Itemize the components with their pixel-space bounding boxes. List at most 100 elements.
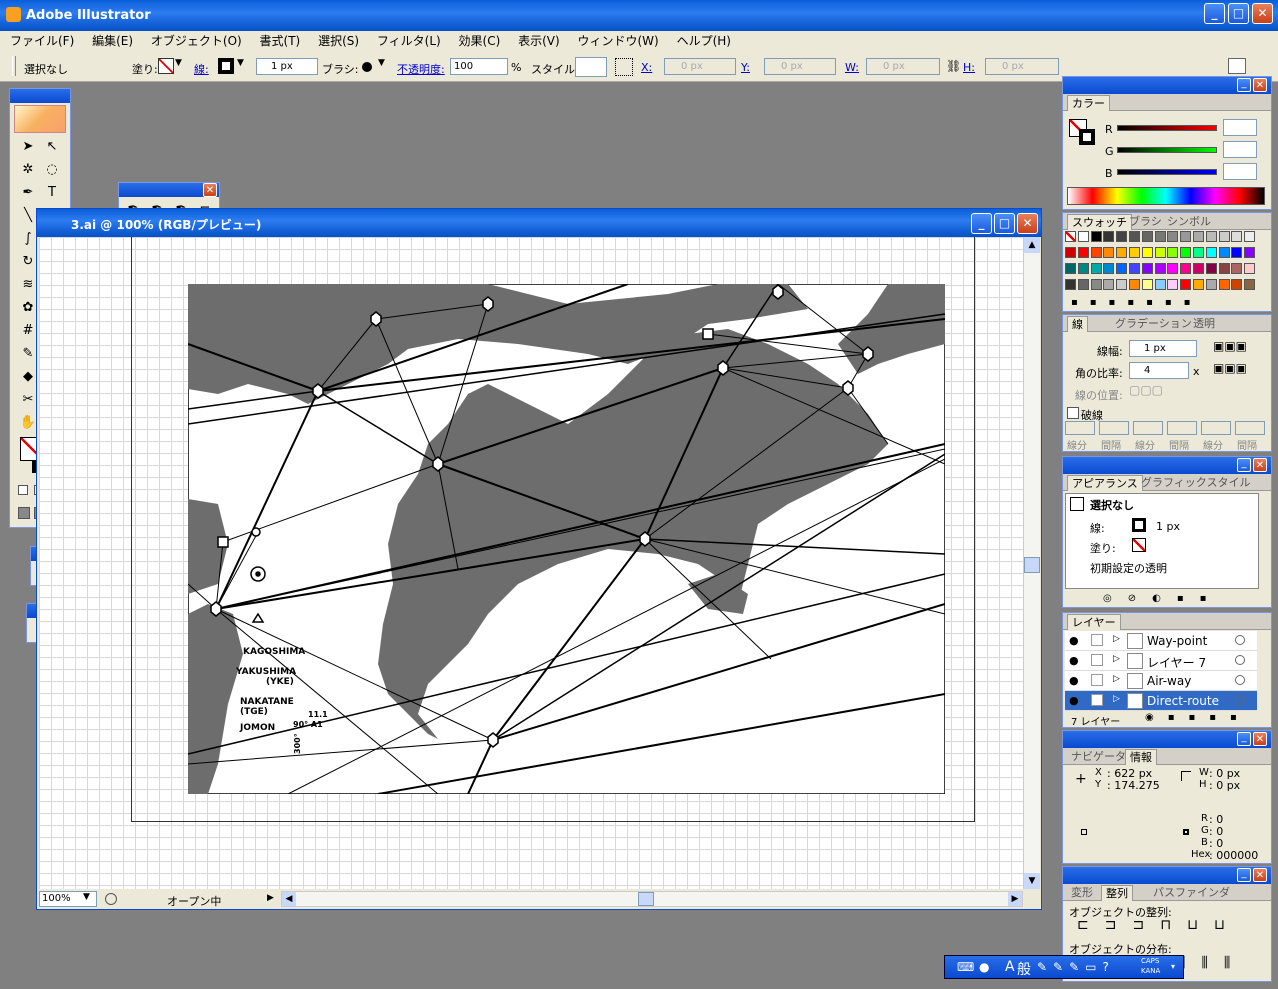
slice-icon[interactable]: ✂ [18, 390, 38, 410]
swatch[interactable] [1077, 263, 1089, 274]
x-label[interactable]: X: [641, 61, 652, 74]
swatch[interactable] [1116, 263, 1128, 274]
tab-stroke[interactable]: 線 [1067, 316, 1088, 332]
visibility-eye-icon[interactable]: ● [1069, 674, 1079, 687]
swatch[interactable] [1065, 279, 1076, 290]
minimize-icon[interactable]: _ [971, 213, 992, 234]
layer-row[interactable]: ● ▷ Way-point [1065, 631, 1257, 651]
minimize-icon[interactable]: _ [1237, 78, 1251, 92]
swatch[interactable] [1129, 231, 1140, 242]
target-circle-icon[interactable] [1235, 635, 1245, 645]
tab-gradient[interactable]: グラデーション [1111, 316, 1196, 332]
swatch[interactable] [1167, 231, 1179, 242]
swatch[interactable] [1218, 279, 1230, 290]
distribute-buttons-row[interactable]: ⫼⫼⫼ [1179, 955, 1246, 971]
swatch[interactable] [1193, 247, 1204, 258]
swatch[interactable] [1244, 247, 1256, 258]
close-icon[interactable]: ✕ [1253, 78, 1267, 92]
swatch[interactable] [1141, 231, 1153, 242]
keyboard-icon[interactable]: ⌨ [957, 960, 974, 974]
minimize-icon[interactable]: _ [1204, 3, 1225, 24]
minimize-icon[interactable]: _ [1237, 732, 1251, 746]
swatch-footer-icons[interactable]: ▪▪▪▪▪▪▪ [1071, 297, 1265, 311]
warp-icon[interactable]: ≋ [18, 275, 38, 295]
symbol-sprayer-icon[interactable]: ✿ [18, 298, 38, 318]
hand-icon[interactable]: ✋ [18, 413, 38, 433]
direct-selection-tool-icon[interactable]: ↖ [42, 137, 62, 157]
swatch[interactable] [1090, 247, 1102, 258]
brush-dot-icon[interactable] [362, 62, 372, 72]
r-field[interactable] [1223, 119, 1257, 136]
swatch[interactable] [1180, 231, 1192, 242]
layer-row[interactable]: ● ▷ Direct-route [1065, 691, 1257, 711]
h-field[interactable]: 0 px [985, 58, 1059, 75]
swatch[interactable] [1090, 279, 1102, 290]
layer-row[interactable]: ● ▷ レイヤー 7 [1065, 651, 1257, 671]
opacity-label[interactable]: 不透明度: [397, 61, 445, 77]
vertical-scrollbar[interactable]: ▲ ▼ [1023, 237, 1040, 889]
target-circle-icon[interactable] [1235, 695, 1245, 705]
line-icon[interactable]: ╲ [18, 206, 38, 226]
miter-field[interactable]: 4 [1129, 362, 1189, 379]
opacity-field[interactable]: 100 [450, 58, 508, 75]
swatch[interactable] [1180, 279, 1192, 290]
pen-icon[interactable]: ✒ [18, 183, 38, 203]
live-paint-icon[interactable]: ◆ [18, 367, 38, 387]
menu-help[interactable]: ヘルプ(H) [677, 34, 731, 48]
visibility-eye-icon[interactable]: ● [1069, 694, 1079, 707]
menu-edit[interactable]: 編集(E) [92, 34, 133, 48]
spectrum-bar[interactable] [1067, 187, 1265, 205]
h-scroll-thumb[interactable] [638, 892, 654, 906]
menu-effect[interactable]: 効果(C) [459, 34, 501, 48]
ime-icon[interactable]: ● [979, 960, 989, 974]
appearance-stroke-label[interactable]: 線: [1090, 520, 1105, 536]
swatch-grid[interactable] [1065, 231, 1257, 297]
style-swatch[interactable] [575, 57, 607, 77]
swatch[interactable] [1154, 247, 1166, 258]
w-field[interactable]: 0 px [866, 58, 940, 75]
cap-buttons[interactable]: ▣▣▣ [1213, 339, 1265, 355]
lock-toggle[interactable] [1091, 674, 1103, 686]
swatch[interactable] [1077, 247, 1089, 258]
appearance-opacity[interactable]: 初期設定の透明 [1090, 560, 1167, 576]
swatch[interactable] [1065, 231, 1076, 242]
maximize-icon[interactable]: □ [994, 213, 1015, 234]
close-icon[interactable]: ✕ [1253, 458, 1267, 472]
w-label[interactable]: W: [845, 61, 859, 74]
menu-select[interactable]: 選択(S) [318, 34, 359, 48]
stroke-label[interactable]: 線: [194, 61, 209, 77]
swatch[interactable] [1103, 279, 1115, 290]
visibility-eye-icon[interactable]: ● [1069, 654, 1079, 667]
tab-appearance[interactable]: アピアランス [1067, 475, 1143, 491]
g-field[interactable] [1223, 141, 1257, 158]
tab-transparency[interactable]: 透明 [1189, 316, 1219, 332]
target-circle-icon[interactable] [1235, 675, 1245, 685]
g-slider[interactable] [1117, 147, 1217, 153]
appearance-footer-icons[interactable]: ◎⊘◐▪▪ [1103, 593, 1263, 607]
swatch[interactable] [1193, 231, 1204, 242]
menu-filter[interactable]: フィルタ(L) [377, 34, 441, 48]
ime-kana[interactable]: 般 [1017, 959, 1031, 979]
swatch[interactable] [1231, 279, 1243, 290]
swatch[interactable] [1141, 279, 1153, 290]
type-icon[interactable]: T [42, 183, 62, 203]
y-field[interactable]: 0 px [764, 58, 836, 75]
swatch[interactable] [1065, 247, 1076, 258]
h-label[interactable]: H: [963, 61, 975, 74]
target-circle-icon[interactable] [1235, 655, 1245, 665]
mesh-icon[interactable]: # [18, 321, 38, 341]
layers-footer-icons[interactable]: ◉▪▪▪▪ [1145, 712, 1251, 723]
swatch[interactable] [1205, 279, 1217, 290]
weight-field[interactable]: 1 px [1129, 340, 1197, 357]
scroll-right-icon[interactable]: ▶ [1008, 892, 1022, 906]
menu-view[interactable]: 表示(V) [518, 34, 560, 48]
document-status[interactable]: オープン中 [167, 893, 221, 909]
swatch[interactable] [1154, 279, 1166, 290]
toolbox-header[interactable] [10, 89, 70, 103]
tab-swatches[interactable]: スウォッチ [1067, 214, 1132, 230]
menu-file[interactable]: ファイル(F) [10, 34, 74, 48]
menu-window[interactable]: ウィンドウ(W) [578, 34, 659, 48]
appearance-fill-label[interactable]: 塗り: [1090, 540, 1116, 556]
swatch[interactable] [1103, 247, 1115, 258]
swatch[interactable] [1205, 247, 1217, 258]
